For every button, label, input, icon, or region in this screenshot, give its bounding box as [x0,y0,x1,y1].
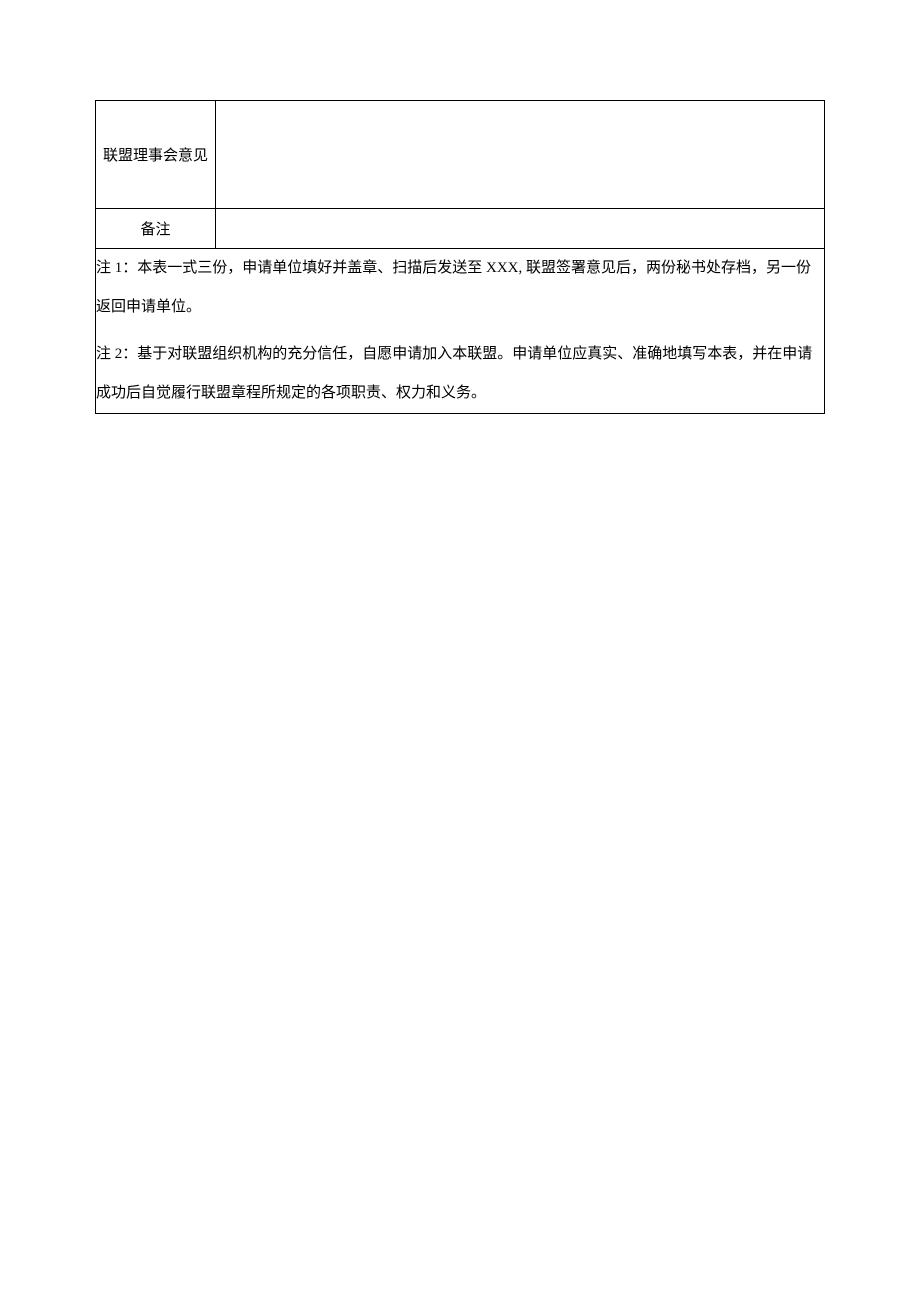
value-council-opinion [216,101,825,209]
note-2: 注 2：基于对联盟组织机构的充分信任，自愿申请加入本联盟。申请单位应真实、准确地… [96,335,824,413]
note-1: 注 1：本表一式三份，申请单位填好并盖章、扫描后发送至 XXX, 联盟签署意见后… [96,249,824,327]
value-remark [216,209,825,249]
document-table: 联盟理事会意见 备注 注 1：本表一式三份，申请单位填好并盖章、扫描后发送至 X… [95,100,825,414]
label-remark: 备注 [96,209,216,249]
label-council-opinion: 联盟理事会意见 [96,101,216,209]
row-council-opinion: 联盟理事会意见 [96,101,825,209]
notes-cell: 注 1：本表一式三份，申请单位填好并盖章、扫描后发送至 XXX, 联盟签署意见后… [96,249,825,414]
row-remark: 备注 [96,209,825,249]
row-notes: 注 1：本表一式三份，申请单位填好并盖章、扫描后发送至 XXX, 联盟签署意见后… [96,249,825,414]
